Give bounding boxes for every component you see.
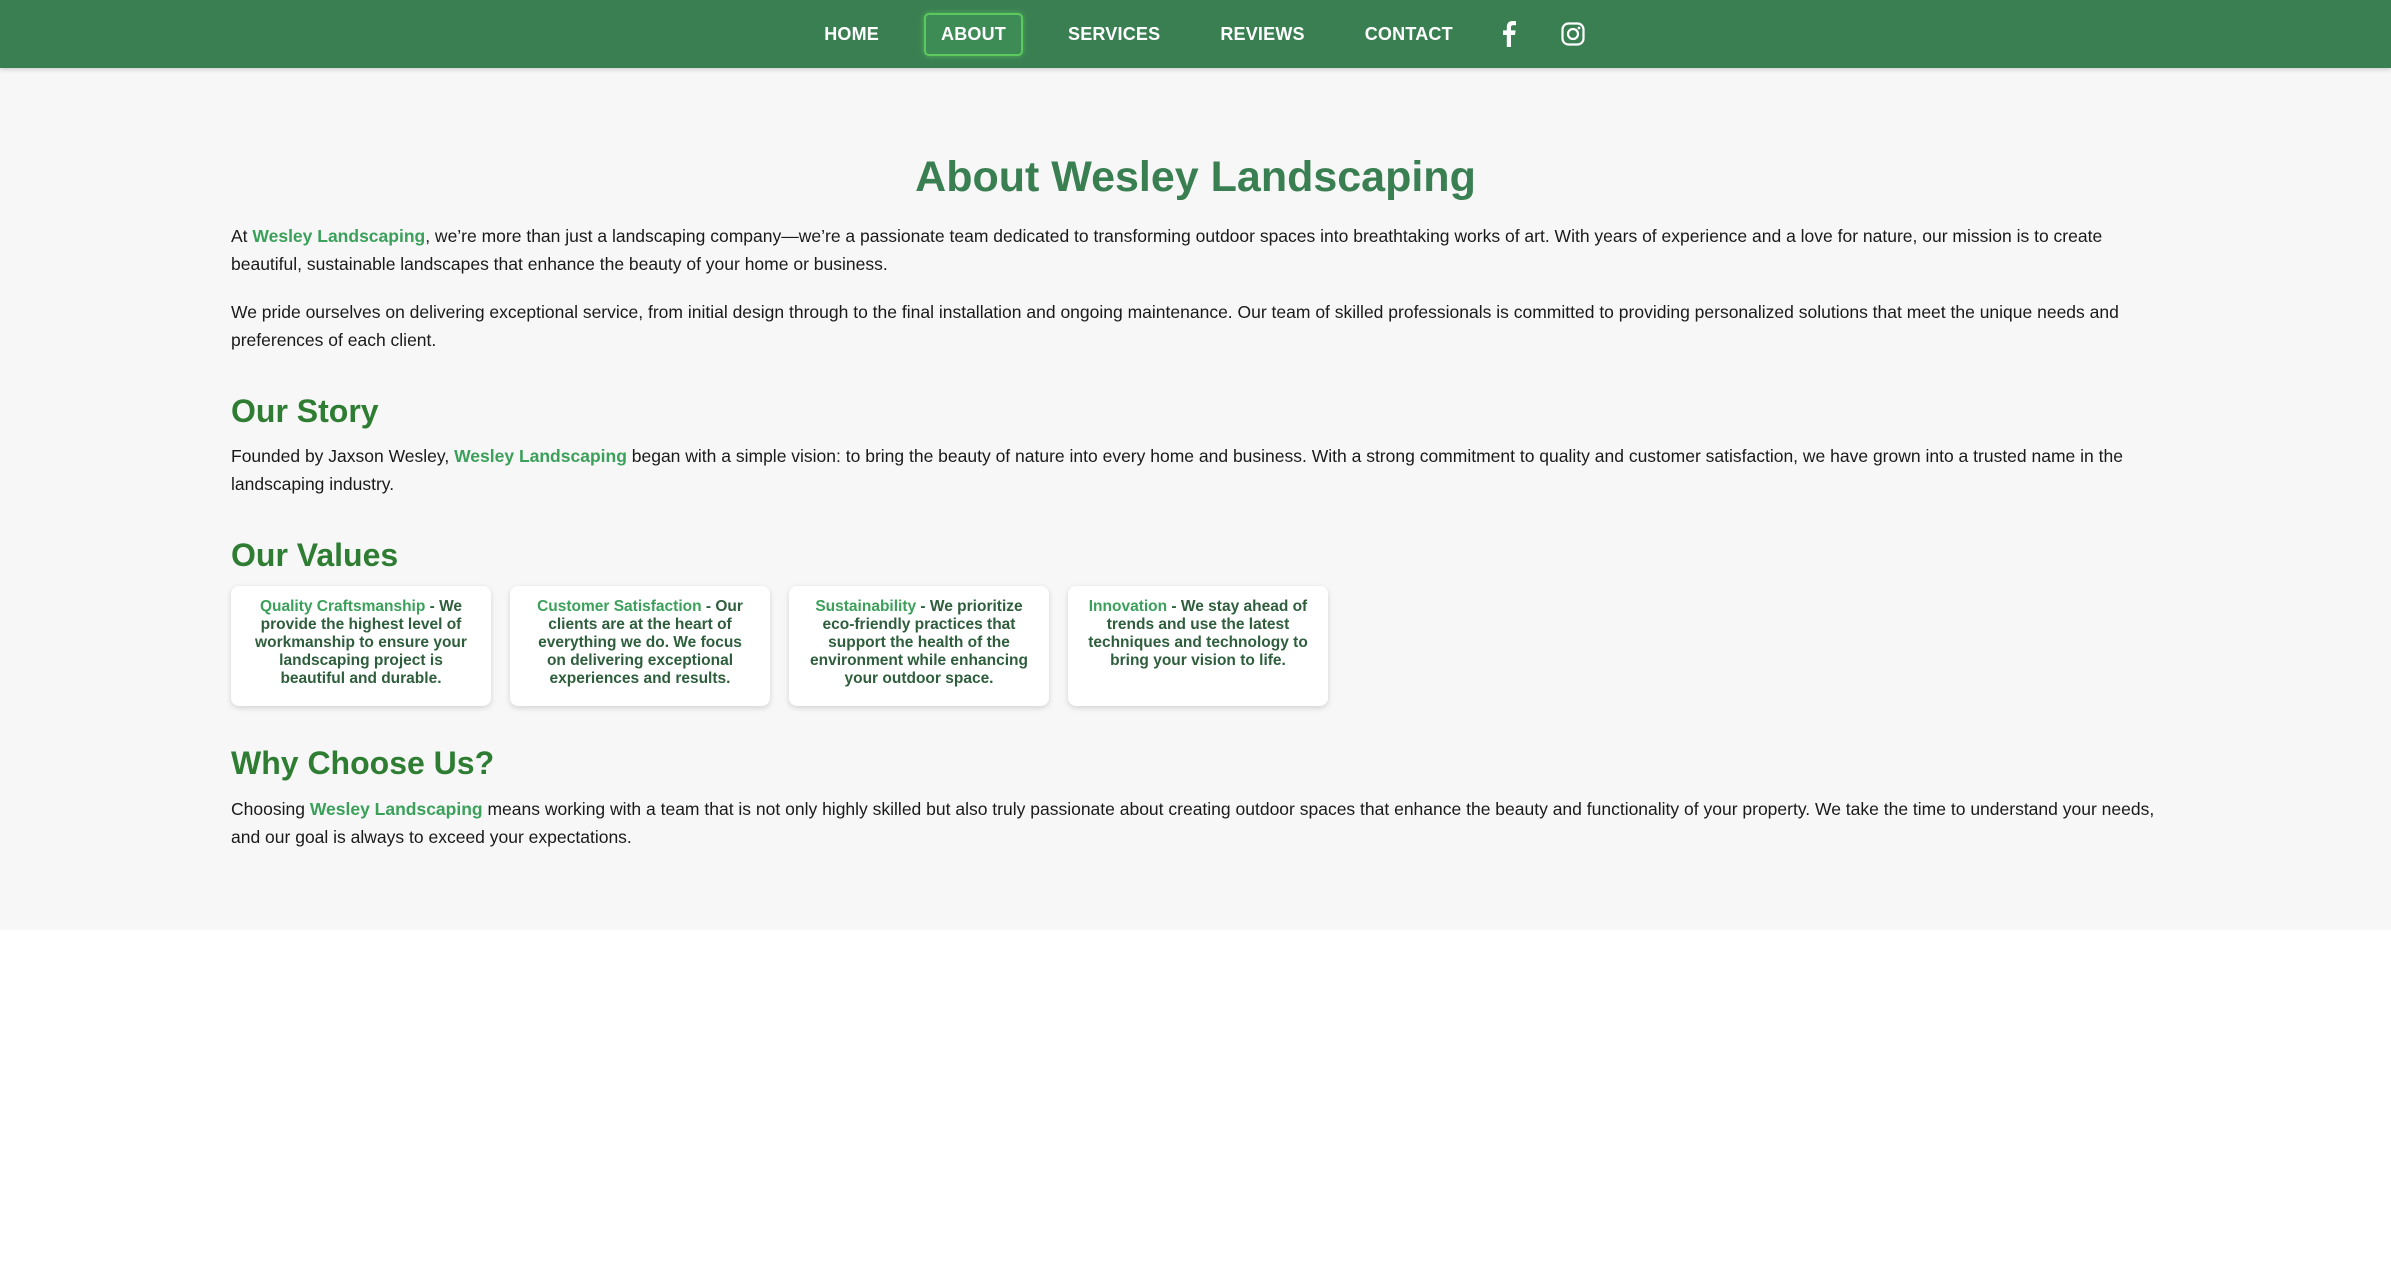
nav-home[interactable]: HOME (809, 15, 894, 54)
nav-reviews[interactable]: REVIEWS (1205, 15, 1319, 54)
story-paragraph: Founded by Jaxson Wesley, Wesley Landsca… (231, 442, 2160, 498)
values-list: Quality Craftsmanship - We provide the h… (231, 586, 2160, 707)
value-card-customer-satisfaction: Customer Satisfaction - Our clients are … (510, 586, 770, 707)
brand-name: Wesley Landscaping (252, 225, 426, 246)
why-text-start: Choosing (231, 798, 310, 819)
nav-links: HOME ABOUT SERVICES REVIEWS CONTACT (809, 12, 1468, 56)
nav-contact[interactable]: CONTACT (1350, 15, 1468, 54)
nav-services[interactable]: SERVICES (1053, 15, 1175, 54)
social-links (1496, 21, 1586, 47)
about-section: About Wesley Landscaping At Wesley Lands… (0, 68, 2391, 930)
why-paragraph: Choosing Wesley Landscaping means workin… (231, 795, 2160, 851)
why-heading: Why Choose Us? (231, 745, 495, 782)
intro-paragraph-1: At Wesley Landscaping, we’re more than j… (231, 222, 2160, 278)
why-text-end: means working with a team that is not on… (231, 798, 2155, 847)
value-name: Customer Satisfaction (537, 598, 702, 616)
story-text-start: Founded by Jaxson Wesley, (231, 445, 455, 466)
facebook-icon[interactable] (1496, 21, 1522, 47)
intro-paragraph-2: We pride ourselves on delivering excepti… (231, 301, 2119, 350)
top-navbar: HOME ABOUT SERVICES REVIEWS CONTACT (0, 0, 2391, 68)
value-name: Sustainability (815, 598, 917, 616)
values-heading: Our Values (231, 536, 399, 573)
value-card-sustainability: Sustainability - We prioritize eco-frien… (789, 586, 1049, 707)
value-card-quality: Quality Craftsmanship - We provide the h… (231, 586, 491, 707)
brand-name: Wesley Landscaping (454, 445, 627, 466)
brand-name: Wesley Landscaping (309, 798, 483, 819)
intro-text-end: , we’re more than just a landscaping com… (231, 225, 2103, 274)
instagram-icon[interactable] (1560, 21, 1586, 47)
story-heading: Our Story (231, 392, 379, 429)
value-name: Innovation (1088, 598, 1168, 616)
nav-about[interactable]: ABOUT (924, 12, 1023, 56)
value-name: Quality Craftsmanship (259, 598, 426, 616)
page-title: About Wesley Landscaping (915, 153, 1476, 201)
value-card-innovation: Innovation - We stay ahead of trends and… (1068, 586, 1328, 707)
intro-text-start: At (231, 225, 253, 246)
